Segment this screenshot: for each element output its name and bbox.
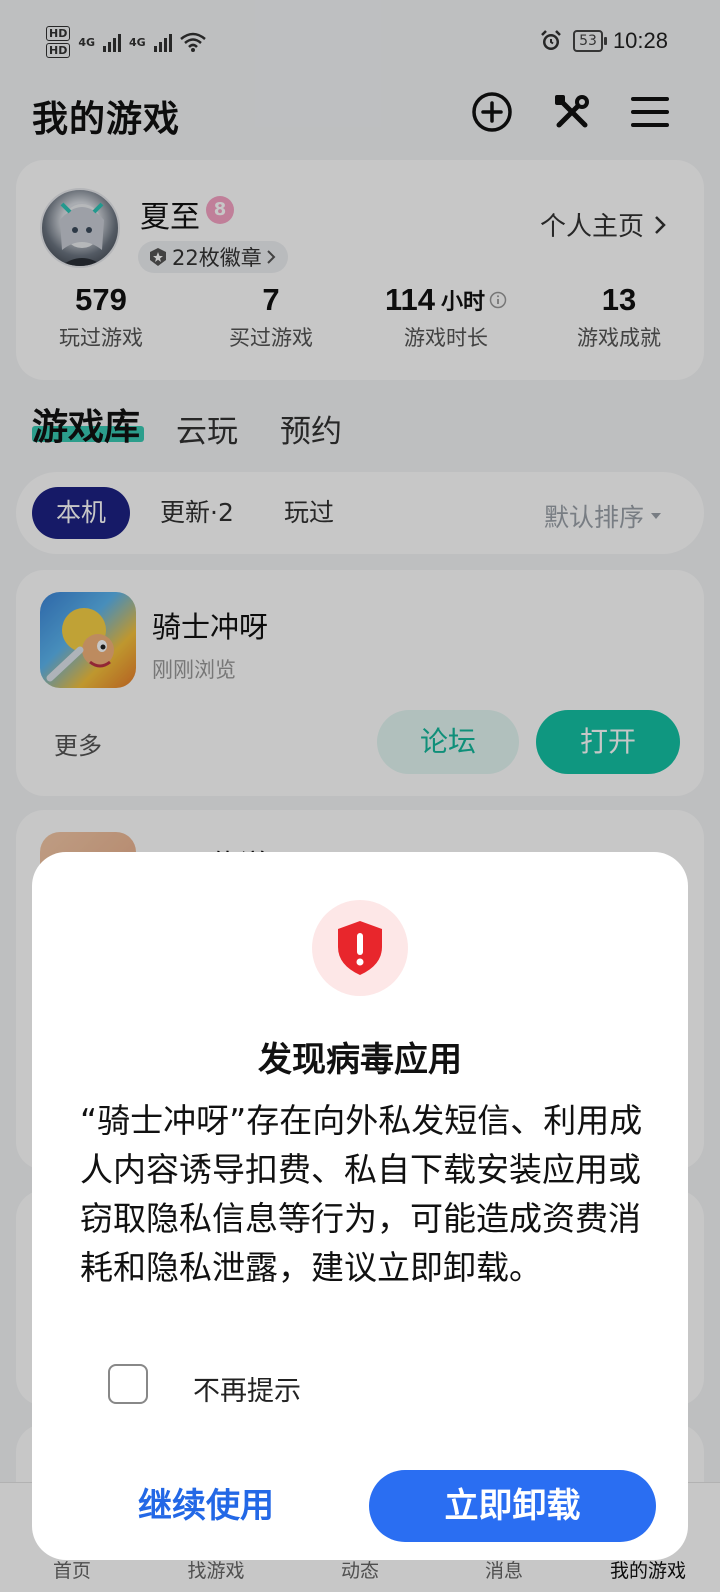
dont-remind-label[interactable]: 不再提示 xyxy=(193,1369,301,1408)
dialog-message: “骑士冲呀”存在向外私发短信、利用成人内容诱导扣费、私自下载安装应用或窃取隐私信… xyxy=(80,1101,643,1287)
dialog-title: 发现病毒应用 xyxy=(258,1040,462,1080)
continue-using-button[interactable]: 继续使用 xyxy=(106,1470,306,1542)
warning-icon-container xyxy=(312,900,408,996)
dont-remind-checkbox[interactable] xyxy=(108,1364,148,1404)
shield-warning-icon xyxy=(338,921,382,975)
uninstall-now-button[interactable]: 立即卸载 xyxy=(369,1470,656,1542)
